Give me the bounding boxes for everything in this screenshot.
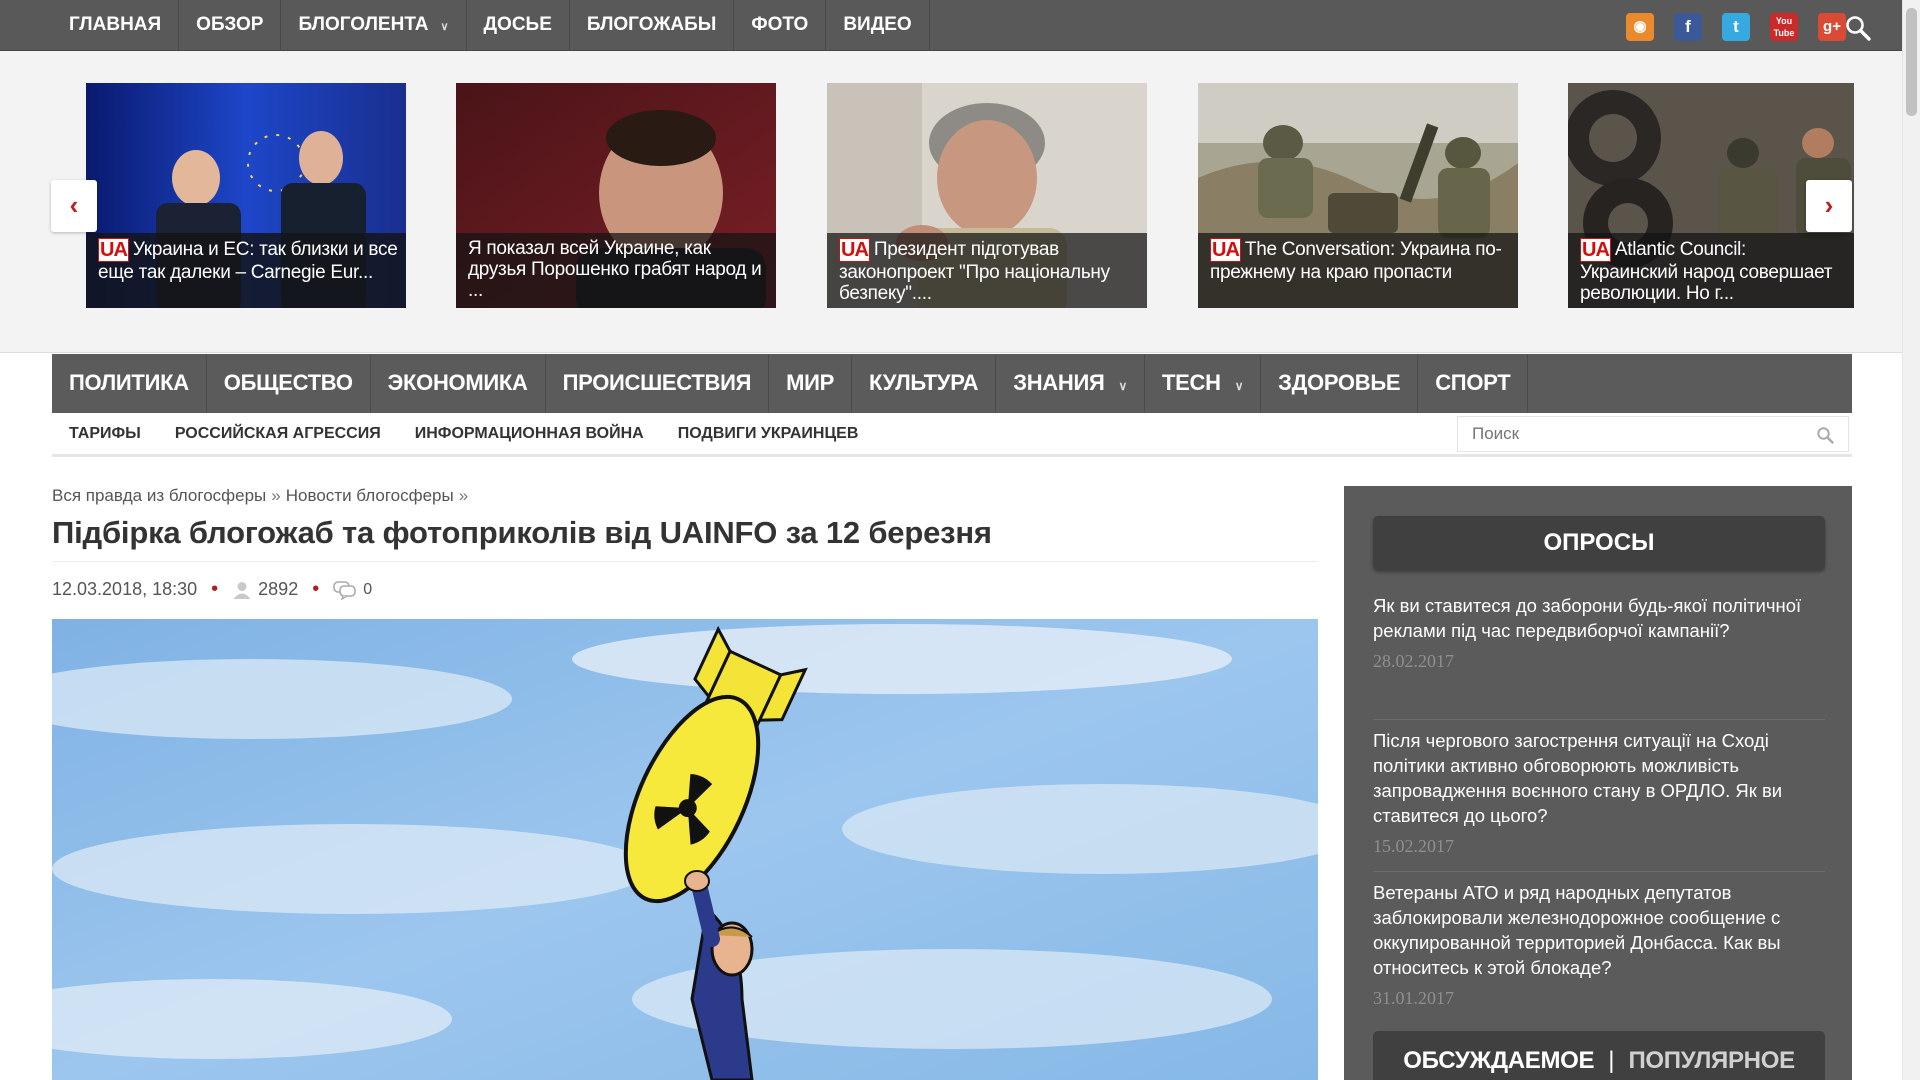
main-nav-item-incidents[interactable]: ПРОИСШЕСТВИЯ bbox=[546, 354, 770, 413]
chevron-down-icon: ∨ bbox=[440, 21, 449, 33]
breadcrumb-link[interactable]: Новости блогосферы bbox=[286, 486, 454, 505]
meta-separator: • bbox=[312, 578, 320, 600]
poll-item: Як ви ставитеся до заборони будь-якої по… bbox=[1373, 593, 1825, 720]
google-plus-icon[interactable]: g+ bbox=[1818, 13, 1846, 41]
poll-question[interactable]: Як ви ставитеся до заборони будь-якої по… bbox=[1373, 593, 1825, 643]
tab-separator: | bbox=[1608, 1047, 1615, 1074]
tab-discussed[interactable]: ОБСУЖДАЕМОЕ bbox=[1403, 1047, 1594, 1075]
slide-caption: Я показал всей Украине, как друзья Порош… bbox=[456, 233, 776, 308]
slide-caption: UA Президент підготував законопроект "Про… bbox=[827, 233, 1147, 308]
main-nav-item-culture[interactable]: КУЛЬТУРА bbox=[852, 354, 997, 413]
sub-nav-item-heroes[interactable]: ПОДВИГИ УКРАИНЦЕВ bbox=[661, 413, 876, 454]
poll-item: Після чергового загострення ситуації на … bbox=[1373, 720, 1825, 872]
main-nav-item-tech[interactable]: TECH ∨ bbox=[1145, 354, 1262, 413]
news-carousel: UA Украина и ЕС: так близки и все еще так… bbox=[0, 51, 1902, 353]
article-date: 12.03.2018, 18:30 bbox=[52, 579, 198, 599]
breadcrumb: Вся правда из блогосферы» Новости блогосф… bbox=[52, 486, 473, 506]
sub-nav-item-info-war[interactable]: ИНФОРМАЦИОННАЯ ВОЙНА bbox=[398, 413, 661, 454]
ua-logo-icon: UA bbox=[1580, 238, 1611, 262]
carousel-prev-button[interactable]: ‹ bbox=[51, 180, 97, 232]
main-nav: ПОЛИТИКА ОБЩЕСТВО ЭКОНОМИКА ПРОИСШЕСТВИЯ… bbox=[52, 354, 1852, 413]
search-icon[interactable] bbox=[1816, 426, 1834, 444]
top-nav: ГЛАВНАЯ ОБЗОР БЛОГОЛЕНТА ∨ ДОСЬЕ БЛОГОЖАБ… bbox=[52, 0, 930, 51]
ua-logo-icon: UA bbox=[98, 238, 129, 262]
carousel-slide[interactable]: UA Украина и ЕС: так близки и все еще так… bbox=[86, 83, 406, 308]
poll-date: 31.01.2017 bbox=[1373, 988, 1454, 1008]
top-nav-item-video[interactable]: ВИДЕО bbox=[826, 0, 930, 51]
scrollbar-thumb[interactable] bbox=[1906, 8, 1917, 116]
comments-count[interactable]: 0 bbox=[363, 581, 372, 599]
breadcrumb-link[interactable]: Вся правда из блогосферы bbox=[52, 486, 266, 505]
top-nav-item-blogfeed[interactable]: БЛОГОЛЕНТА ∨ bbox=[281, 0, 467, 51]
polls-title: ОПРОСЫ bbox=[1373, 516, 1825, 570]
main-nav-item-world[interactable]: МИР bbox=[769, 354, 853, 413]
carousel-slide[interactable]: UA The Conversation: Украина по-прежнему … bbox=[1198, 83, 1518, 308]
chevron-down-icon: ∨ bbox=[1118, 379, 1128, 393]
article-meta: 12.03.2018, 18:30 • 2892 • 0 bbox=[52, 578, 372, 601]
chevron-right-icon: › bbox=[1824, 190, 1834, 220]
social-links: ◉ f t You Tube g+ bbox=[1626, 13, 1846, 41]
ua-logo-icon: UA bbox=[839, 238, 870, 262]
sub-nav-item-russian-aggression[interactable]: РОССИЙСКАЯ АГРЕССИЯ bbox=[158, 413, 398, 454]
views-icon bbox=[233, 581, 251, 599]
carousel-next-button[interactable]: › bbox=[1806, 180, 1852, 232]
top-nav-item-blogzhaby[interactable]: БЛОГОЖАБЫ bbox=[570, 0, 735, 51]
views-count: 2892 bbox=[258, 579, 299, 599]
site-search bbox=[1457, 416, 1849, 452]
poll-question[interactable]: Ветераны АТО и ряд народных депутатов за… bbox=[1373, 880, 1825, 980]
poll-item: Ветераны АТО и ряд народных депутатов за… bbox=[1373, 872, 1825, 1026]
breadcrumb-separator: » bbox=[458, 486, 469, 505]
main-nav-item-society[interactable]: ОБЩЕСТВО bbox=[207, 354, 371, 413]
sidebar-tabs: ОБСУЖДАЕМОЕ | ПОПУЛЯРНОЕ bbox=[1373, 1031, 1825, 1080]
slide-caption: UA The Conversation: Украина по-прежнему … bbox=[1198, 233, 1518, 308]
cartoon-image bbox=[52, 619, 1318, 1080]
youtube-icon[interactable]: You Tube bbox=[1770, 13, 1798, 41]
breadcrumb-separator: » bbox=[271, 486, 281, 505]
top-nav-item-review[interactable]: ОБЗОР bbox=[179, 0, 282, 51]
slide-caption: UA Украина и ЕС: так близки и все еще так… bbox=[86, 233, 406, 308]
tab-popular[interactable]: ПОПУЛЯРНОЕ bbox=[1628, 1047, 1795, 1075]
carousel-slide[interactable]: UA Президент підготував законопроект "Про… bbox=[827, 83, 1147, 308]
facebook-icon[interactable]: f bbox=[1674, 13, 1702, 41]
chevron-left-icon: ‹ bbox=[69, 190, 79, 220]
sub-nav-item-tariffs[interactable]: ТАРИФЫ bbox=[52, 413, 158, 454]
chevron-down-icon: ∨ bbox=[1234, 379, 1244, 393]
poll-question[interactable]: Після чергового загострення ситуації на … bbox=[1373, 728, 1825, 828]
comments-icon[interactable] bbox=[333, 580, 357, 600]
sub-nav: ТАРИФЫ РОССИЙСКАЯ АГРЕССИЯ ИНФОРМАЦИОННА… bbox=[52, 413, 1852, 457]
carousel-slide[interactable]: Я показал всей Украине, как друзья Порош… bbox=[456, 83, 776, 308]
main-nav-item-economy[interactable]: ЭКОНОМИКА bbox=[371, 354, 546, 413]
meta-separator: • bbox=[211, 578, 219, 600]
page-scrollbar[interactable] bbox=[1902, 0, 1920, 1080]
top-nav-item-dossier[interactable]: ДОСЬЕ bbox=[467, 0, 570, 51]
polls-sidebar: ОПРОСЫ Як ви ставитеся до заборони будь-… bbox=[1344, 486, 1852, 1080]
slide-caption: UA Atlantic Council: Украинский народ сов… bbox=[1568, 233, 1854, 308]
search-icon[interactable] bbox=[1844, 14, 1872, 42]
top-nav-item-photo[interactable]: ФОТО bbox=[734, 0, 827, 51]
main-nav-item-health[interactable]: ЗДОРОВЬЕ bbox=[1261, 354, 1419, 413]
main-nav-item-knowledge[interactable]: ЗНАНИЯ ∨ bbox=[996, 354, 1145, 413]
main-nav-item-sport[interactable]: СПОРТ bbox=[1418, 354, 1529, 413]
ua-logo-icon: UA bbox=[1210, 238, 1241, 262]
search-input[interactable] bbox=[1458, 417, 1798, 451]
poll-date: 28.02.2017 bbox=[1373, 651, 1454, 671]
top-bar: ГЛАВНАЯ ОБЗОР БЛОГОЛЕНТА ∨ ДОСЬЕ БЛОГОЖАБ… bbox=[0, 0, 1902, 51]
main-nav-item-politics[interactable]: ПОЛИТИКА bbox=[52, 354, 207, 413]
page-title: Підбірка блогожаб та фотоприколів від UA… bbox=[52, 515, 1318, 562]
rss-icon[interactable]: ◉ bbox=[1626, 13, 1654, 41]
twitter-icon[interactable]: t bbox=[1722, 13, 1750, 41]
article-hero-image bbox=[52, 619, 1318, 1080]
poll-date: 15.02.2017 bbox=[1373, 836, 1454, 856]
top-nav-item-main[interactable]: ГЛАВНАЯ bbox=[52, 0, 180, 51]
